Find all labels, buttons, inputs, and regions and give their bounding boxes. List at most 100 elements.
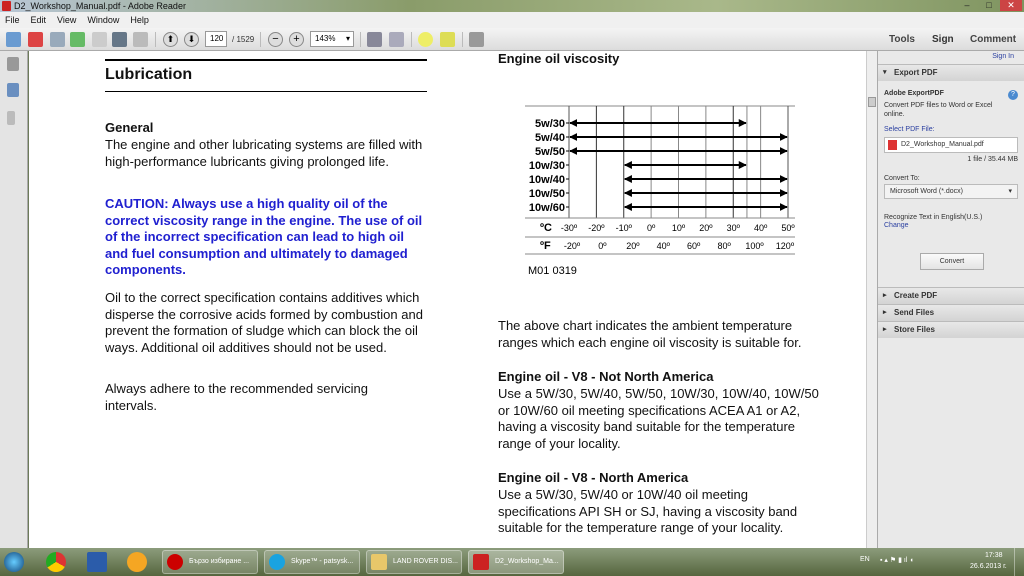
heading-rule	[105, 59, 427, 61]
menu-window[interactable]: Window	[87, 15, 119, 25]
bookmarks-icon[interactable]	[7, 83, 19, 97]
zoom-out-icon[interactable]: −	[268, 32, 283, 47]
toolbar: ⬆ ⬇ 120 / 1529 − + 143% ▾ Tools Sign Comm…	[0, 28, 1024, 51]
celsius-tick-label: -30º	[561, 223, 578, 233]
menu-help[interactable]: Help	[130, 15, 149, 25]
comment-icon[interactable]	[418, 32, 433, 47]
subheading: Engine oil - V8 - Not North America	[498, 369, 714, 384]
taskbar-opera[interactable]: Бързо избиране ...	[162, 550, 258, 574]
fahrenheit-tick-label: 20º	[626, 241, 640, 251]
fullscreen-icon[interactable]	[469, 32, 484, 47]
selected-file[interactable]: D2_Workshop_Manual.pdf	[884, 137, 1018, 153]
word-icon[interactable]	[87, 552, 107, 572]
celsius-tick-label: 50º	[781, 223, 795, 233]
change-link[interactable]: Change	[884, 222, 909, 229]
next-page-icon[interactable]: ⬇	[184, 32, 199, 47]
clock-date[interactable]: 26.6.2013 г.	[970, 563, 1007, 570]
skype-icon	[269, 554, 285, 570]
fit-page-icon[interactable]	[367, 32, 382, 47]
menu-view[interactable]: View	[57, 15, 76, 25]
email-icon[interactable]	[133, 32, 148, 47]
taskbar: Бързо избиране ... Skype™ - patsysk... L…	[0, 548, 1024, 576]
menu-bar: File Edit View Window Help	[0, 12, 1024, 28]
paint-icon[interactable]	[127, 552, 147, 572]
minimize-button[interactable]: –	[956, 0, 978, 11]
chevron-down-icon: ▾	[1008, 188, 1012, 195]
page-number-input[interactable]: 120	[205, 31, 227, 47]
language-indicator[interactable]: EN	[860, 556, 870, 563]
paragraph: The engine and other lubricating systems…	[105, 137, 423, 169]
page-total: / 1529	[232, 35, 255, 44]
menu-file[interactable]: File	[5, 15, 20, 25]
print-icon[interactable]	[112, 32, 127, 47]
series-label: 5w/50	[535, 146, 565, 158]
show-desktop-button[interactable]	[1014, 548, 1024, 576]
series-label: 10w/30	[529, 160, 565, 172]
tools-tab[interactable]: Tools	[889, 33, 915, 46]
chrome-icon[interactable]	[46, 552, 66, 572]
comment-tab[interactable]: Comment	[970, 33, 1016, 46]
export-pdf-section[interactable]: Export PDF	[878, 64, 1024, 81]
scroll-thumb[interactable]	[868, 97, 876, 107]
paragraph: Use a 5W/30, 5W/40, 5W/50, 10W/30, 10W/4…	[498, 386, 819, 451]
taskbar-label: Бързо избиране ...	[189, 558, 250, 565]
paragraph: Always adhere to the recommended servici…	[105, 381, 369, 413]
page-thumbnails-icon[interactable]	[7, 57, 19, 71]
taskbar-adobe-reader[interactable]: D2_Workshop_Ma...	[468, 550, 564, 574]
zoom-in-icon[interactable]: +	[289, 32, 304, 47]
file-name: D2_Workshop_Manual.pdf	[901, 141, 984, 148]
product-name: Adobe ExportPDF	[884, 90, 944, 97]
maximize-button[interactable]: □	[978, 0, 1000, 11]
chart-title: Engine oil viscosity	[498, 51, 620, 66]
highlight-icon[interactable]	[440, 32, 455, 47]
taskbar-label: Skype™ - patsysk...	[291, 558, 354, 565]
fit-width-icon[interactable]	[389, 32, 404, 47]
close-button[interactable]: ✕	[1000, 0, 1022, 11]
window-title: D2_Workshop_Manual.pdf - Adobe Reader	[14, 1, 186, 11]
taskbar-folder[interactable]: LAND ROVER DIS...	[366, 550, 462, 574]
cloud-upload-icon[interactable]	[70, 32, 85, 47]
subheading: Engine oil - V8 - North America	[498, 470, 689, 485]
previous-page-icon[interactable]: ⬆	[163, 32, 178, 47]
fahrenheit-tick-label: 0º	[598, 241, 607, 251]
convert-to-label: Convert To:	[884, 175, 920, 182]
open-icon[interactable]	[6, 32, 21, 47]
convert-button[interactable]: Convert	[920, 253, 984, 270]
zoom-select[interactable]: 143% ▾	[310, 31, 354, 47]
pdf-file-icon	[888, 140, 897, 150]
subheading-general: General	[105, 120, 154, 135]
fahrenheit-tick-label: -20º	[564, 241, 581, 251]
opera-icon	[167, 554, 183, 570]
sign-tab[interactable]: Sign	[932, 33, 954, 46]
viscosity-chart: 5w/30 5w/40 5w/50 10w/30 10w/40 10w/50 10w/60 º…	[525, 105, 795, 277]
series-label: 10w/50	[529, 188, 565, 200]
vertical-scrollbar[interactable]	[866, 51, 877, 548]
sign-in-link[interactable]: Sign In	[992, 53, 1014, 60]
adobe-pdf-icon	[2, 1, 11, 11]
store-files-section[interactable]: Store Files	[878, 321, 1024, 338]
celsius-tick-label: 0º	[647, 223, 656, 233]
taskbar-skype[interactable]: Skype™ - patsysk...	[264, 550, 360, 574]
paragraph: Use a 5W/30, 5W/40 or 10W/40 oil meeting…	[498, 487, 798, 535]
fahrenheit-label: ºF	[540, 240, 551, 252]
create-pdf-section[interactable]: Create PDF	[878, 287, 1024, 304]
clock-time[interactable]: 17:38	[985, 552, 1003, 559]
series-label: 10w/40	[529, 174, 565, 186]
section-heading: Lubrication	[105, 66, 193, 83]
start-button[interactable]	[4, 552, 24, 572]
format-select[interactable]: Microsoft Word (*.docx) ▾	[884, 184, 1018, 199]
edit-icon[interactable]	[50, 32, 65, 47]
caution-text: CAUTION: Always use a high quality oil o…	[105, 196, 423, 277]
celsius-tick-label: -10º	[616, 223, 633, 233]
series-label: 5w/40	[535, 132, 565, 144]
save-icon[interactable]	[92, 32, 107, 47]
tray-icons[interactable]: ▪ ▴ ⚑ ▮ ıl ◖	[880, 556, 914, 564]
celsius-tick-label: -20º	[588, 223, 605, 233]
heading-rule-bottom	[105, 91, 427, 92]
paragraph: Oil to the correct specification contain…	[105, 290, 423, 355]
send-files-section[interactable]: Send Files	[878, 304, 1024, 321]
help-icon[interactable]: ?	[1008, 90, 1018, 100]
create-pdf-icon[interactable]	[28, 32, 43, 47]
attachments-icon[interactable]	[7, 111, 15, 125]
menu-edit[interactable]: Edit	[31, 15, 47, 25]
